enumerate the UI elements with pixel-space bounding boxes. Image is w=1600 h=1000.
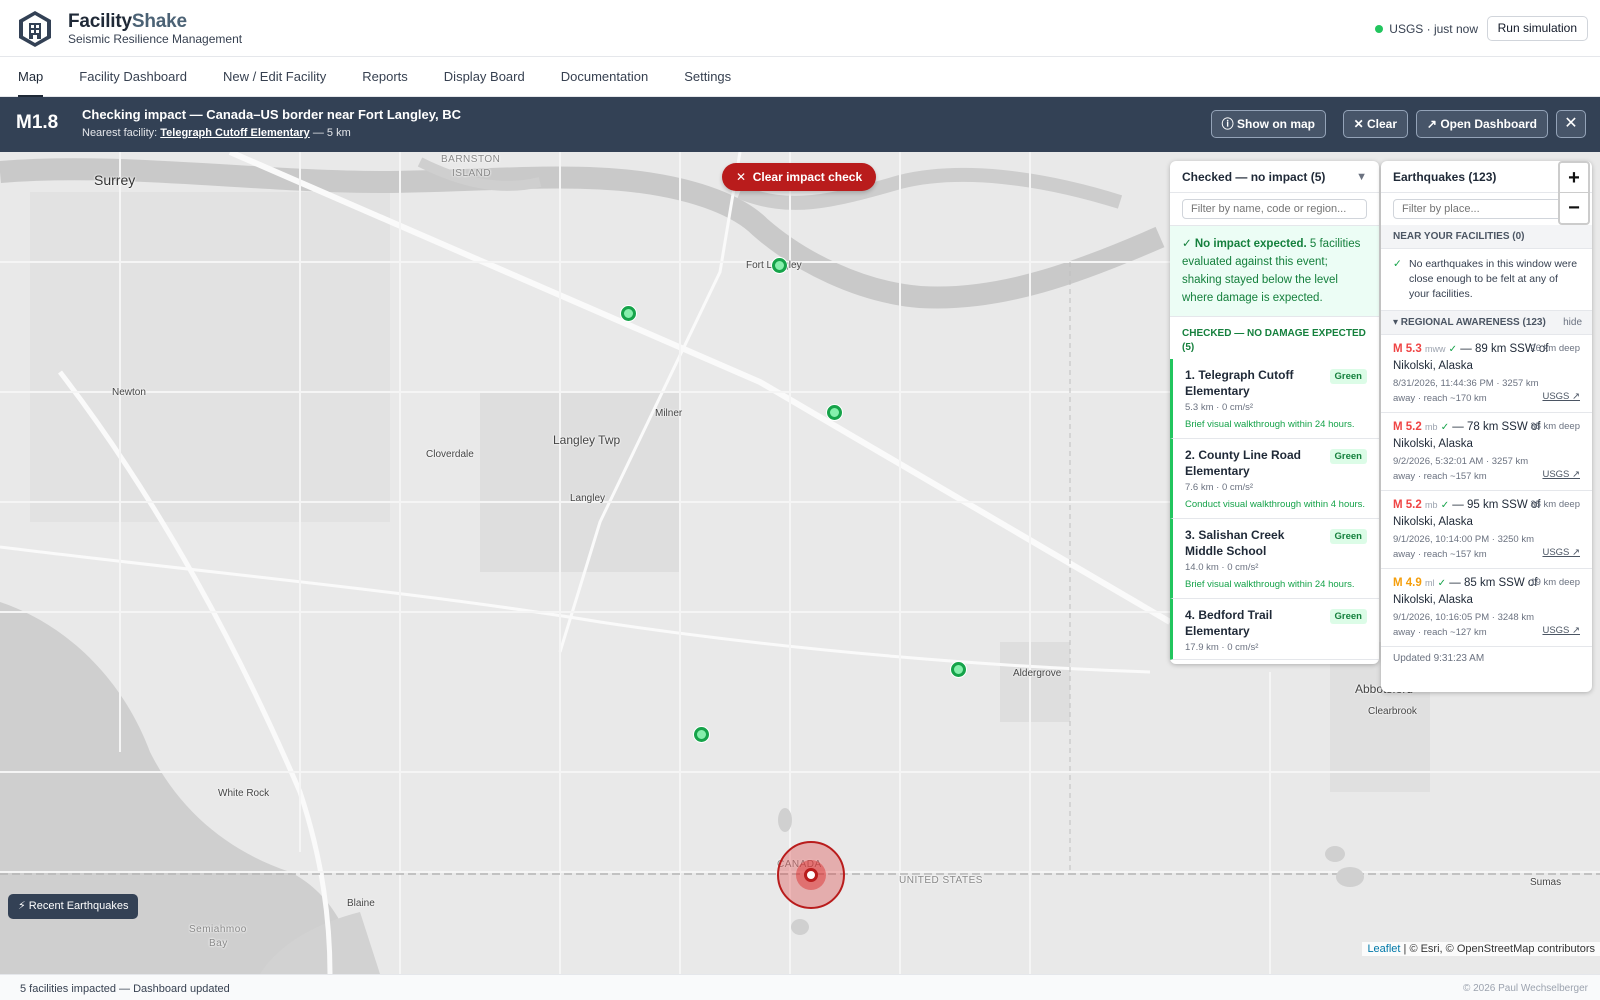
place-label: ISLAND [452, 168, 492, 179]
check-icon: ✓ [1393, 258, 1402, 270]
activity-icon: ⚡ [18, 900, 29, 912]
open-dashboard-button[interactable]: ↗ Open Dashboard [1415, 110, 1548, 138]
tab-new-edit-facility[interactable]: New / Edit Facility [205, 57, 344, 97]
facility-list-item[interactable]: 2. County Line Road Elementary Green 7.6… [1170, 439, 1379, 519]
place-label: Milner [655, 408, 683, 419]
status-badge: Green [1329, 369, 1367, 384]
x-icon: ✕ [736, 170, 753, 184]
place-label: Cloverdale [426, 449, 474, 460]
checked-section-header: CHECKED — NO DAMAGE EXPECTED (5) [1182, 328, 1366, 353]
event-magnitude: M1.8 [16, 112, 59, 133]
show-on-map-button[interactable]: ⓘ Show on map [1210, 110, 1326, 138]
close-banner-button[interactable]: ✕ [1556, 110, 1586, 138]
hide-regional-link[interactable]: hide [1563, 311, 1582, 335]
place-label: Newton [112, 387, 146, 398]
usgs-link[interactable]: USGS ↗ [1542, 545, 1580, 560]
usgs-link[interactable]: USGS ↗ [1542, 467, 1580, 482]
status-badge: Green [1329, 449, 1367, 464]
status-message: 5 facilities impacted — Dashboard update… [20, 983, 230, 995]
clear-impact-check-button[interactable]: ✕ Clear impact check [722, 163, 877, 191]
near-facilities-header: NEAR YOUR FACILITIES (0) [1381, 225, 1592, 249]
facility-marker[interactable] [621, 306, 636, 321]
check-icon: ✓ [1440, 500, 1450, 511]
facility-marker[interactable] [951, 662, 966, 677]
earthquake-list-item[interactable]: M 5.2 mb ✓ — 78 km SSW of Nikolski, Alas… [1381, 413, 1592, 491]
tab-reports[interactable]: Reports [344, 57, 426, 97]
place-filter-input[interactable] [1393, 199, 1580, 219]
place-label: Surrey [94, 172, 136, 188]
place-label: Aldergrove [1013, 668, 1062, 679]
facility-list-item[interactable]: 4. Bedford Trail Elementary Green 17.9 k… [1170, 599, 1379, 660]
chevron-down-icon[interactable]: ▼ [1356, 161, 1367, 193]
facility-marker[interactable] [772, 258, 787, 273]
external-link-icon: ↗ [1426, 117, 1441, 131]
tab-settings[interactable]: Settings [666, 57, 749, 97]
facilityshake-logo-icon [19, 11, 51, 47]
recent-earthquakes-button[interactable]: ⚡ Recent Earthquakes [8, 894, 139, 919]
earthquake-epicenter-icon[interactable] [804, 868, 818, 882]
brand-name: FacilityShake [68, 11, 187, 32]
nearest-facility-link[interactable]: Telegraph Cutoff Elementary [160, 127, 310, 139]
usgs-link[interactable]: USGS ↗ [1542, 623, 1580, 638]
x-icon: ✕ [1353, 117, 1367, 131]
check-icon: ✓ [1437, 578, 1447, 589]
place-label: Bay [209, 938, 228, 949]
leaflet-link[interactable]: Leaflet [1367, 943, 1400, 955]
place-label: Blaine [347, 898, 375, 909]
info-icon: ⓘ [1221, 117, 1237, 131]
main-nav: Map Facility Dashboard New / Edit Facili… [0, 57, 1600, 97]
facilities-panel: Checked — no impact (5) ▼ ✓ No impact ex… [1170, 161, 1379, 664]
place-label: BARNSTON [441, 154, 501, 165]
facilities-panel-header[interactable]: Checked — no impact (5) ▼ [1170, 161, 1379, 193]
tab-display-board[interactable]: Display Board [426, 57, 543, 97]
map-attribution: Leaflet | © Esri, © OpenStreetMap contri… [1362, 942, 1600, 956]
status-dot-icon [1375, 25, 1384, 33]
status-badge: Green [1329, 609, 1367, 624]
run-simulation-button[interactable]: Run simulation [1486, 16, 1588, 41]
usgs-link[interactable]: USGS ↗ [1542, 389, 1580, 404]
place-label: Clearbrook [1368, 706, 1417, 717]
place-label: UNITED STATES [899, 875, 983, 886]
place-label: Langley [570, 493, 606, 504]
tab-documentation[interactable]: Documentation [543, 57, 666, 97]
check-icon: ✓ [1448, 344, 1458, 355]
earthquakes-panel: Earthquakes (123) NEAR YOUR FACILITIES (… [1381, 161, 1592, 692]
tab-map[interactable]: Map [18, 57, 61, 97]
copyright: © 2026 Paul Wechselberger [1462, 983, 1588, 994]
impact-banner: M1.8 Checking impact — Canada–US border … [0, 97, 1600, 152]
earthquake-list-item[interactable]: M 5.3 mww ✓ — 89 km SSW of Nikolski, Ala… [1381, 335, 1592, 413]
zoom-control: + − [1558, 161, 1590, 225]
no-impact-notice: ✓ No impact expected. 5 facilities evalu… [1170, 225, 1379, 317]
app-header: FacilityShake Seismic Resilience Managem… [0, 0, 1600, 57]
zoom-out-button[interactable]: − [1560, 193, 1588, 223]
usgs-status-text: USGS · just now [1389, 22, 1478, 36]
brand-tagline: Seismic Resilience Management [68, 32, 243, 46]
tab-facility-dashboard[interactable]: Facility Dashboard [61, 57, 205, 97]
earthquake-list-item[interactable]: M 5.2 mb ✓ — 95 km SSW of Nikolski, Alas… [1381, 491, 1592, 569]
facility-filter-input[interactable] [1182, 199, 1367, 219]
last-updated: Updated 9:31:23 AM [1393, 653, 1485, 664]
place-label: White Rock [218, 788, 270, 799]
place-label: Semiahmoo [189, 924, 247, 935]
nearest-facility: Nearest facility: Telegraph Cutoff Eleme… [82, 127, 351, 139]
status-bar: 5 facilities impacted — Dashboard update… [0, 974, 1600, 1000]
place-label: Langley Twp [553, 433, 621, 447]
usgs-status: USGS · just now [1375, 22, 1478, 36]
facility-marker[interactable] [694, 727, 709, 742]
check-icon: ✓ [1440, 422, 1450, 433]
facility-list-item[interactable]: 3. Salishan Creek Middle School Green 14… [1170, 519, 1379, 599]
earthquake-list-item[interactable]: M 4.9 ml ✓ — 85 km SSW of Nikolski, Alas… [1381, 569, 1592, 647]
near-facilities-message: ✓ No earthquakes in this window were clo… [1381, 249, 1592, 311]
place-label: Sumas [1530, 877, 1562, 888]
impact-title: Checking impact — Canada–US border near … [82, 107, 462, 122]
clear-button[interactable]: ✕ Clear [1342, 110, 1408, 138]
facility-marker[interactable] [827, 405, 842, 420]
facility-list-item[interactable]: 1. Telegraph Cutoff Elementary Green 5.3… [1170, 359, 1379, 439]
zoom-in-button[interactable]: + [1560, 163, 1588, 193]
check-icon: ✓ [1182, 238, 1195, 250]
regional-awareness-header[interactable]: ▾ REGIONAL AWARENESS (123) hide [1381, 311, 1592, 335]
status-badge: Green [1329, 529, 1367, 544]
